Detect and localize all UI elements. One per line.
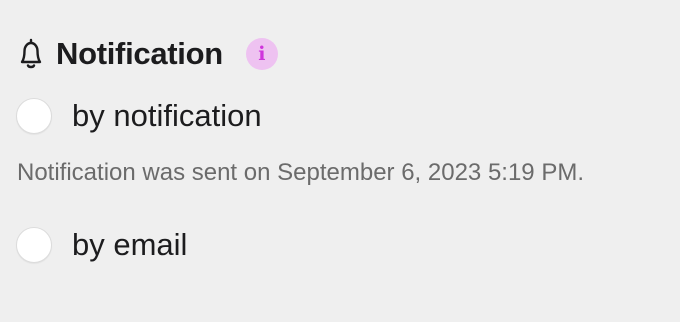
bell-icon (16, 34, 48, 74)
section-header: Notification i (16, 34, 278, 74)
notification-panel: Notification i by notification Notificat… (0, 0, 680, 322)
option-by-notification[interactable]: by notification (16, 96, 262, 136)
radio-button[interactable] (16, 98, 52, 134)
option-label: by email (72, 227, 188, 262)
info-icon[interactable]: i (245, 38, 278, 70)
section-title: Notification (56, 36, 223, 71)
option-label: by notification (72, 98, 262, 133)
radio-button[interactable] (16, 227, 52, 263)
option-by-email[interactable]: by email (16, 225, 187, 265)
notification-status-text: Notification was sent on September 6, 20… (17, 159, 584, 186)
